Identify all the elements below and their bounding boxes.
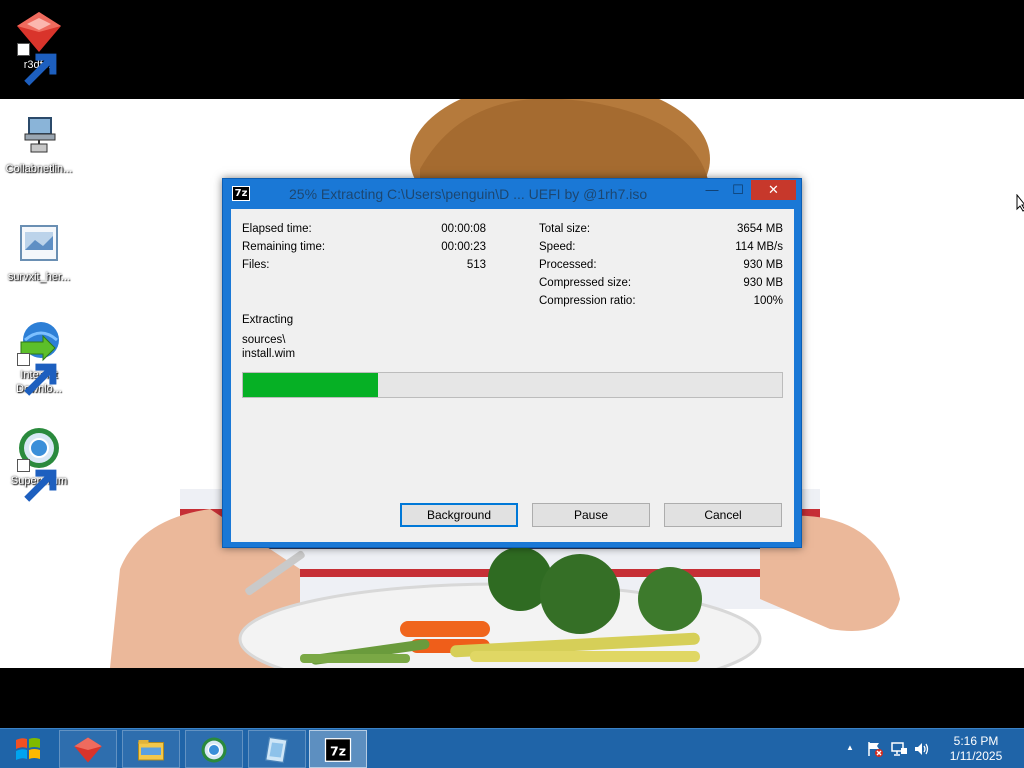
supermium-icon xyxy=(201,737,227,763)
clock-date: 1/11/2025 xyxy=(949,749,1003,763)
folder-icon xyxy=(138,740,164,761)
compressed-size-value: 930 MB xyxy=(743,277,783,289)
compression-ratio-value: 100% xyxy=(753,295,783,307)
shortcut-arrow-icon xyxy=(17,459,57,502)
desktop-icon-collabnetlin[interactable]: Collabnetlin... xyxy=(0,112,78,176)
desktop-icon-label: survxit_her... xyxy=(7,271,71,283)
7zip-icon: 7z xyxy=(324,738,352,762)
7zip-app-icon: 7z xyxy=(232,186,250,201)
network-icon[interactable] xyxy=(890,740,908,761)
elapsed-time-label: Elapsed time: xyxy=(242,223,312,235)
document-image-icon xyxy=(20,225,58,261)
maximize-button[interactable]: ☐ xyxy=(725,180,751,200)
taskbar-file-explorer[interactable] xyxy=(122,730,180,768)
computer-network-icon xyxy=(24,117,56,153)
speed-label: Speed: xyxy=(539,241,576,253)
progress-bar-fill xyxy=(243,373,378,397)
elapsed-time-value: 00:00:08 xyxy=(441,223,486,235)
processed-label: Processed: xyxy=(539,259,597,271)
svg-text:7z: 7z xyxy=(330,744,346,759)
compression-ratio-label: Compression ratio: xyxy=(539,295,636,307)
background-button[interactable]: Background xyxy=(400,503,518,527)
taskbar-supermium[interactable] xyxy=(185,730,243,768)
windows-logo-icon xyxy=(16,738,40,760)
extraction-progress-window[interactable]: 7z 25% Extracting C:\Users\penguin\D ...… xyxy=(222,178,802,548)
clock-time: 5:16 PM xyxy=(953,734,999,748)
total-size-value: 3654 MB xyxy=(736,223,783,235)
current-path: sources\ xyxy=(242,334,286,346)
desktop-icon-r3dfox[interactable]: r3dfox xyxy=(0,8,78,86)
minimize-button[interactable]: — xyxy=(699,180,725,200)
desktop-icon-supermium[interactable]: Supermium xyxy=(0,424,78,502)
taskbar-7zip[interactable]: 7z xyxy=(309,730,367,768)
window-title: 25% Extracting C:\Users\penguin\D ... UE… xyxy=(289,186,648,202)
r3dfox-icon xyxy=(74,737,102,763)
compressed-size-label: Compressed size: xyxy=(539,277,632,289)
current-file: install.wim xyxy=(242,348,296,360)
total-size-label: Total size: xyxy=(539,223,591,235)
taskbar-r3dfox[interactable] xyxy=(59,730,117,768)
show-hidden-icons-button[interactable]: ▲ xyxy=(846,743,854,752)
mouse-cursor-icon xyxy=(1016,194,1024,212)
remaining-time-value: 00:00:23 xyxy=(441,241,486,253)
desktop-icon-label: Collabnetlin... xyxy=(5,163,73,175)
action-center-flag-icon[interactable] xyxy=(866,740,884,761)
pause-button[interactable]: Pause xyxy=(532,503,650,527)
window-titlebar[interactable]: 7z 25% Extracting C:\Users\penguin\D ...… xyxy=(223,179,801,209)
shortcut-arrow-icon xyxy=(17,353,57,396)
cancel-button[interactable]: Cancel xyxy=(664,503,782,527)
speed-value: 114 MB/s xyxy=(735,241,783,253)
close-button[interactable]: ✕ xyxy=(751,180,796,200)
window-client-area: Elapsed time: 00:00:08 Remaining time: 0… xyxy=(231,209,794,542)
volume-icon[interactable] xyxy=(913,740,931,761)
processed-value: 930 MB xyxy=(743,259,783,271)
taskbar: 7z ▲ 5:16 PM 1/11/2025 xyxy=(0,728,1024,768)
files-label: Files: xyxy=(242,259,270,271)
desktop-icon-survxit[interactable]: survxit_her... xyxy=(0,220,78,284)
remaining-time-label: Remaining time: xyxy=(242,241,326,253)
taskbar-survxit[interactable] xyxy=(248,730,306,768)
extraction-progress-bar xyxy=(242,372,783,398)
system-clock[interactable]: 5:16 PM 1/11/2025 xyxy=(940,734,1012,764)
files-value: 513 xyxy=(466,259,486,271)
shortcut-arrow-icon xyxy=(17,43,57,86)
desktop-icon-internet-download-manager[interactable]: Internet Downlo... xyxy=(0,318,78,396)
document-image-icon xyxy=(265,736,288,764)
operation-status-label: Extracting xyxy=(242,314,294,326)
start-button[interactable] xyxy=(2,731,54,767)
